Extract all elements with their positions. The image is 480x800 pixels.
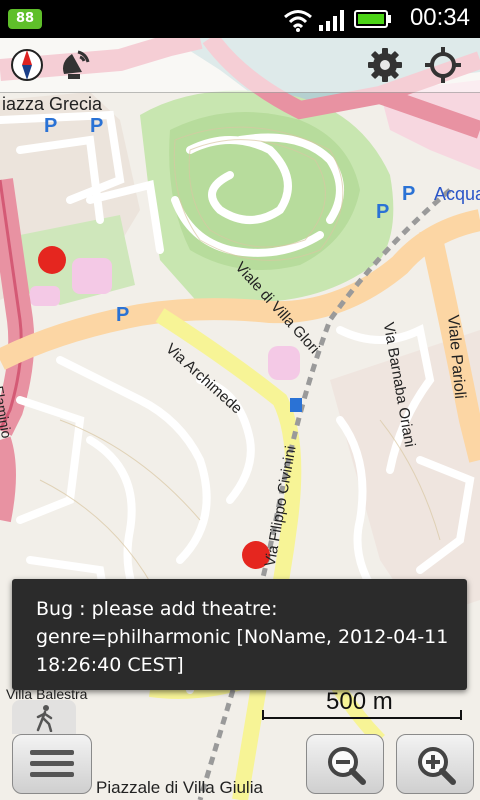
zoom-out-button[interactable] <box>306 734 384 794</box>
scale-bar <box>262 710 462 720</box>
gps-satellite-button[interactable] <box>54 44 96 86</box>
svg-text:P: P <box>402 183 415 205</box>
bug-marker[interactable] <box>38 246 66 274</box>
svg-text:P: P <box>90 115 103 137</box>
wifi-icon <box>284 10 312 32</box>
map-label: Acqua <box>434 184 480 204</box>
menu-button[interactable] <box>12 734 92 794</box>
map-label: Piazzale di Villa Giulia <box>96 778 263 797</box>
locate-icon <box>425 47 461 83</box>
gear-icon <box>368 48 402 82</box>
settings-button[interactable] <box>364 44 406 86</box>
notification-badge: 88 <box>8 9 42 29</box>
pedestrian-icon <box>36 705 53 732</box>
bug-info-toast: Bug : please add theatre: genre=philharm… <box>12 579 467 690</box>
compass-icon <box>11 49 43 81</box>
zoom-out-icon <box>328 747 366 785</box>
zoom-in-button[interactable] <box>396 734 474 794</box>
menu-icon <box>30 750 74 777</box>
map-scale: 500 m <box>262 686 462 722</box>
status-bar: 88 00:34 <box>0 0 480 38</box>
zoom-in-icon <box>418 747 456 785</box>
svg-text:P: P <box>44 115 57 137</box>
compass-button[interactable] <box>6 44 48 86</box>
toast-message: Bug : please add theatre: genre=philharm… <box>36 598 449 676</box>
clock: 00:34 <box>409 4 470 31</box>
map-toolbar <box>0 38 480 93</box>
pedestrian-mode-button[interactable] <box>12 700 76 734</box>
map-label: iazza Grecia <box>2 94 103 114</box>
my-location-button[interactable] <box>422 44 464 86</box>
satellite-dish-icon <box>63 50 90 79</box>
svg-text:P: P <box>116 304 129 326</box>
svg-text:P: P <box>376 201 389 223</box>
signal-icon <box>319 10 344 31</box>
battery-icon <box>354 10 391 28</box>
